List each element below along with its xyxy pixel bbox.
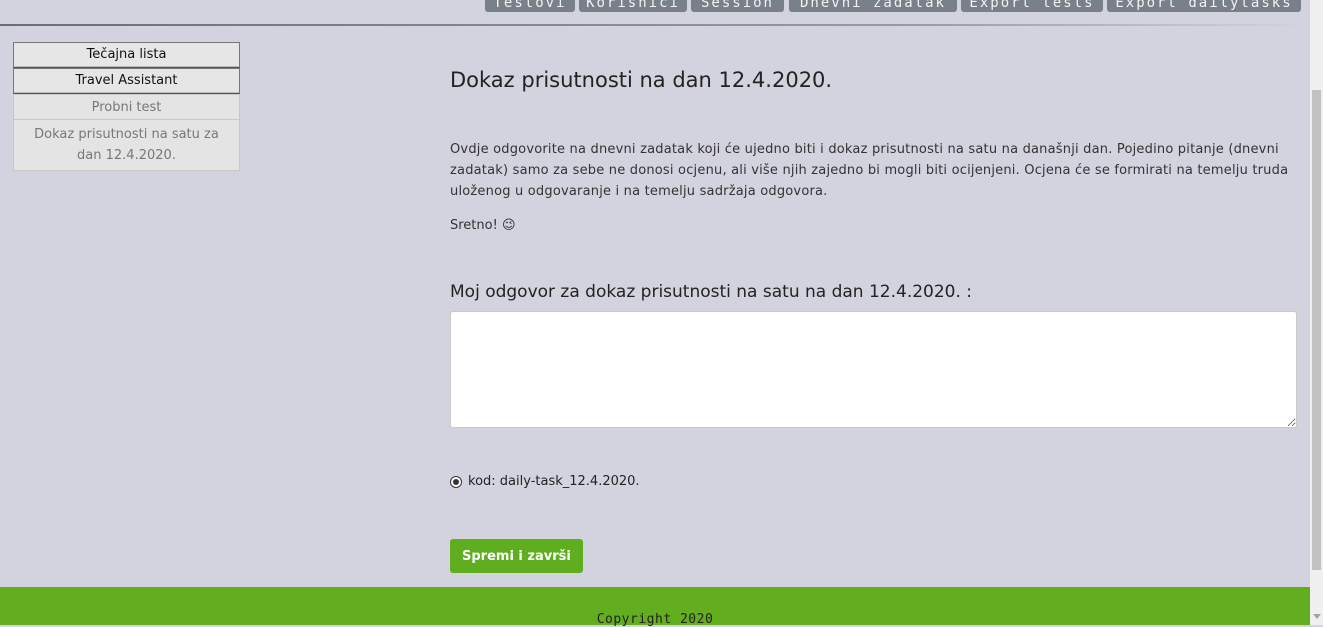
- nav-tab-session[interactable]: Session: [691, 0, 784, 12]
- nav-tab-export-dailytasks[interactable]: Export dailytasks: [1107, 0, 1301, 12]
- nav-tab-export-tests[interactable]: Export tests: [961, 0, 1103, 12]
- nav-tab-dnevni-zadatak[interactable]: Dnevni zadatak: [789, 0, 957, 12]
- good-luck-text: Sretno! 😉: [450, 218, 516, 233]
- code-option[interactable]: kod: daily-task_12.4.2020.: [450, 474, 640, 489]
- sidebar: Tečajna lista Travel Assistant Probni te…: [13, 42, 240, 171]
- answer-textarea[interactable]: [450, 311, 1297, 428]
- top-navigation: Testovi Korisnici Session Dnevni zadatak…: [0, 0, 1310, 12]
- answer-label: Moj odgovor za dokaz prisutnosti na satu…: [450, 282, 973, 302]
- sidebar-item-dokaz-prisutnosti[interactable]: Dokaz prisutnosti na satu za dan 12.4.20…: [13, 120, 240, 171]
- code-label: kod: daily-task_12.4.2020.: [468, 474, 640, 489]
- nav-tab-testovi[interactable]: Testovi: [485, 0, 575, 12]
- sidebar-item-probni-test[interactable]: Probni test: [13, 94, 240, 120]
- radio-selected-icon[interactable]: [450, 475, 462, 488]
- scroll-down-arrow-icon[interactable]: [1313, 614, 1321, 619]
- scrollbar-thumb[interactable]: [1312, 90, 1321, 570]
- header-divider: [0, 24, 1310, 26]
- page-title: Dokaz prisutnosti na dan 12.4.2020.: [450, 68, 833, 92]
- intro-text: Ovdje odgovorite na dnevni zadatak koji …: [450, 142, 1289, 199]
- footer: Copyright 2020: [0, 587, 1310, 627]
- nav-tab-korisnici[interactable]: Korisnici: [579, 0, 687, 12]
- save-and-finish-button[interactable]: Spremi i završi: [450, 539, 583, 573]
- sidebar-button-tecajna-lista[interactable]: Tečajna lista: [13, 42, 240, 68]
- sidebar-button-travel-assistant[interactable]: Travel Assistant: [13, 68, 240, 94]
- vertical-scrollbar[interactable]: [1310, 0, 1323, 625]
